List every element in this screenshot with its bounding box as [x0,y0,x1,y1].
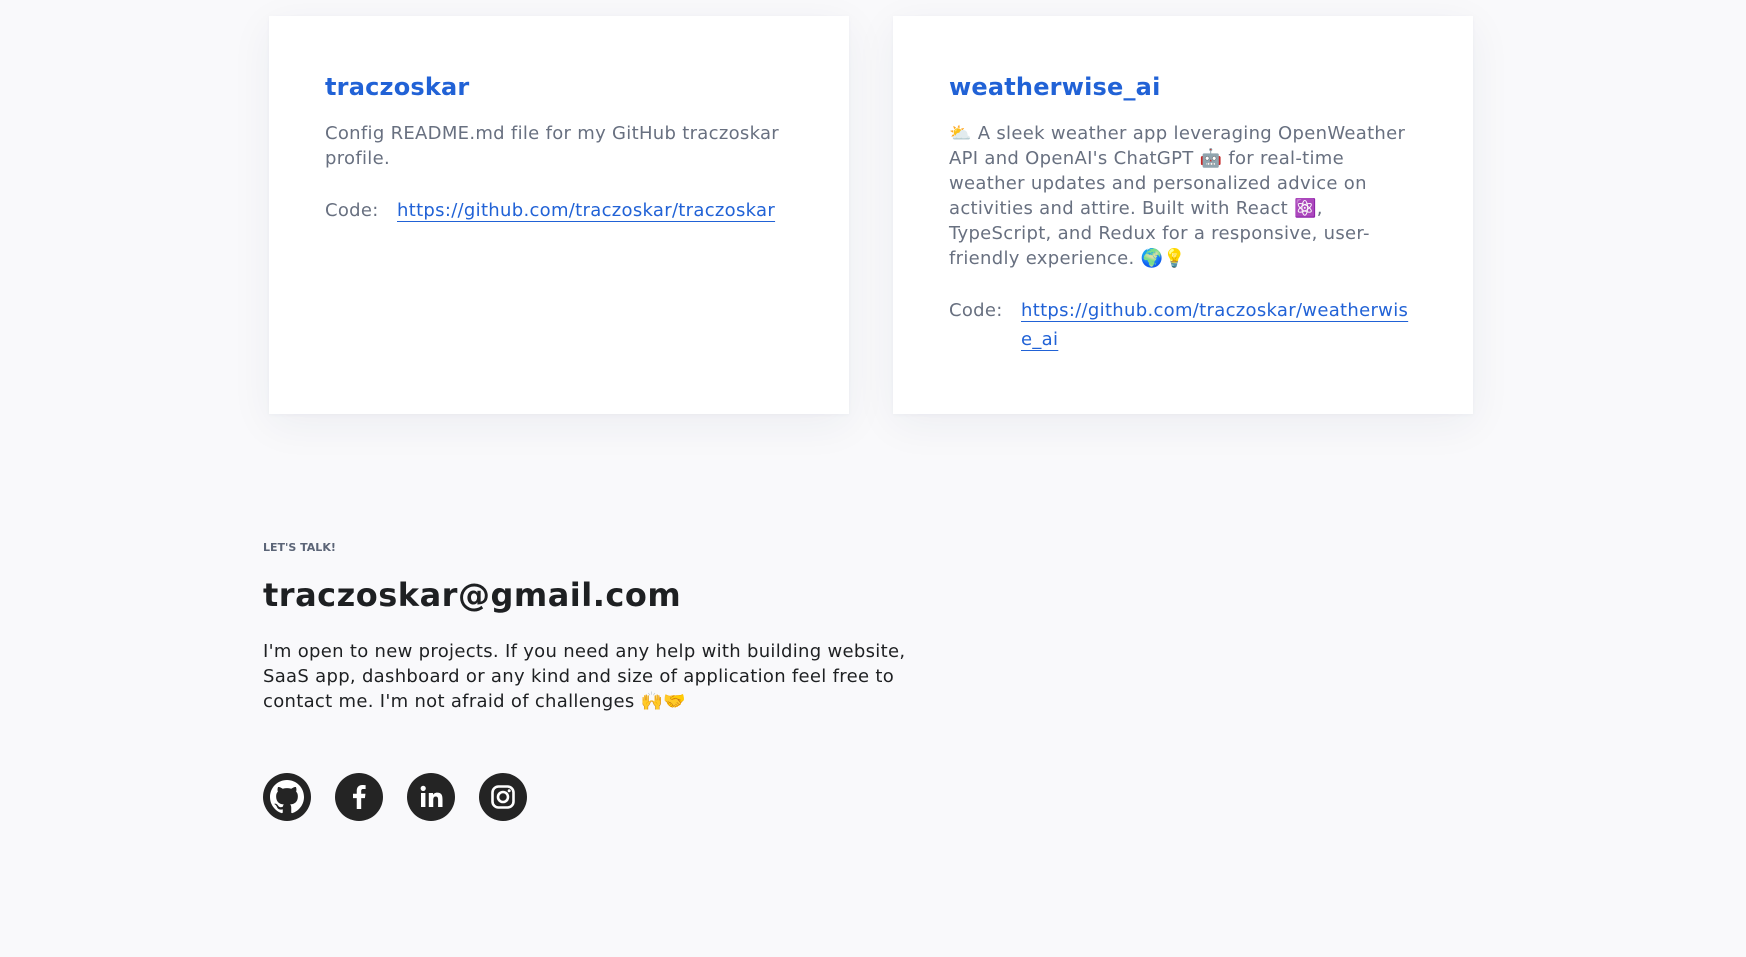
contact-section: LET'S TALK! traczoskar@gmail.com I'm ope… [263,538,963,714]
project-code-link[interactable]: https://github.com/traczoskar/weatherwis… [1021,296,1417,354]
contact-pitch: I'm open to new projects. If you need an… [263,641,906,712]
project-description: Config README.md file for my GitHub trac… [325,123,780,169]
instagram-icon [479,773,527,821]
linkedin-link[interactable] [407,773,455,821]
project-code-row: Code: https://github.com/traczoskar/trac… [325,196,793,225]
project-code-link[interactable]: https://github.com/traczoskar/traczoskar [397,196,775,225]
project-title: weatherwise_ai [949,73,1161,101]
project-card-weatherwise-ai: weatherwise_ai ⛅ A sleek weather app lev… [893,16,1473,414]
contact-eyebrow: LET'S TALK! [263,541,336,554]
instagram-link[interactable] [479,773,527,821]
project-card-traczoskar: traczoskar Config README.md file for my … [269,16,849,414]
projects-grid: traczoskar Config README.md file for my … [269,16,1473,414]
code-label: Code: [949,300,1003,321]
project-code-row: Code: https://github.com/traczoskar/weat… [949,296,1417,354]
facebook-link[interactable] [335,773,383,821]
social-links [263,773,527,821]
facebook-icon [335,773,383,821]
code-label: Code: [325,200,379,221]
contact-email-link[interactable]: traczoskar@gmail.com [263,573,963,617]
github-link[interactable] [263,773,311,821]
github-icon [263,773,311,821]
linkedin-icon [407,773,455,821]
project-title: traczoskar [325,73,470,101]
project-description: ⛅ A sleek weather app leveraging OpenWea… [949,123,1406,269]
